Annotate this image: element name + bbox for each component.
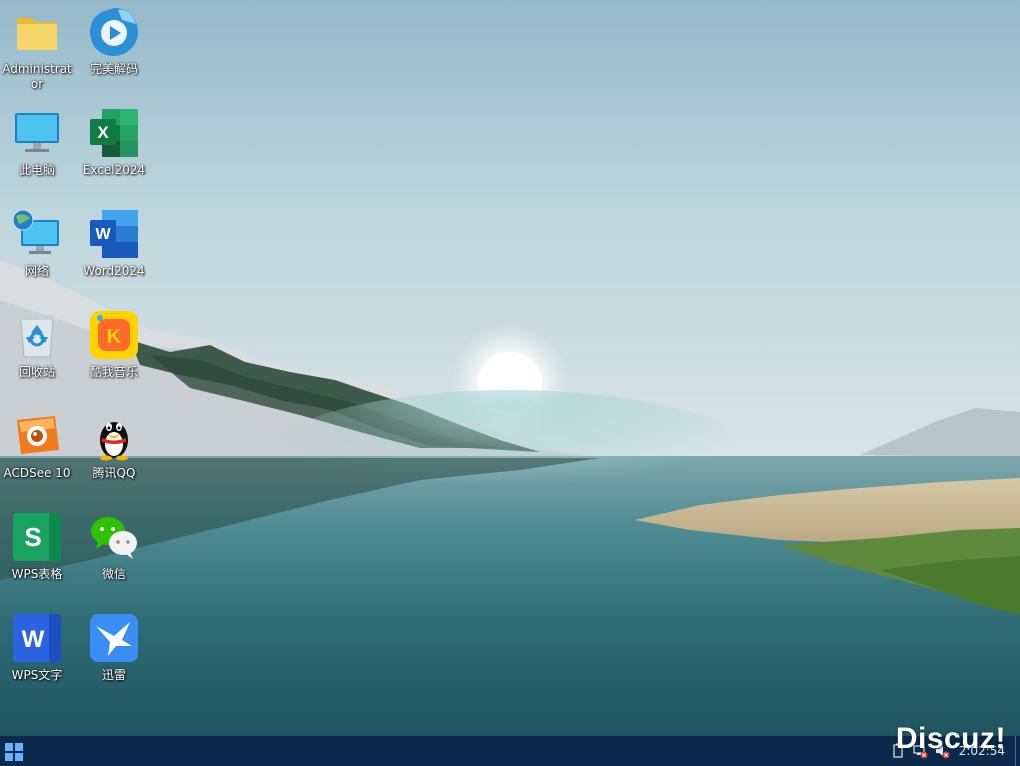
- excel-icon: X: [88, 107, 140, 159]
- kuwo-music-icon: K: [88, 309, 140, 361]
- desktop-icon-word[interactable]: W Word2024: [75, 206, 153, 302]
- icon-label: 迅雷: [101, 668, 126, 682]
- desktop-icon-acdsee[interactable]: ACDSee 10: [0, 408, 76, 504]
- qq-penguin-icon: [88, 410, 140, 462]
- icon-label: WPS文字: [11, 668, 63, 682]
- icon-label: WPS表格: [11, 567, 63, 581]
- folder-icon: [11, 6, 63, 58]
- computer-icon: [11, 107, 63, 159]
- svg-text:S: S: [24, 522, 41, 552]
- taskbar: 2:02:54: [0, 736, 1020, 766]
- desktop-icon-network[interactable]: 网络: [0, 206, 76, 302]
- icon-label: Administrator: [2, 62, 72, 91]
- desktop-icon-this-pc[interactable]: 此电脑: [0, 105, 76, 201]
- windows-start-icon[interactable]: [4, 742, 24, 762]
- desktop-icon-wps-writer[interactable]: W WPS文字: [0, 610, 76, 706]
- wps-spreadsheet-icon: S: [11, 511, 63, 563]
- svg-text:K: K: [107, 326, 122, 348]
- icon-label: Word2024: [83, 264, 145, 278]
- icon-label: 此电脑: [18, 163, 55, 177]
- desktop-icon-qq[interactable]: 腾讯QQ: [75, 408, 153, 504]
- network-icon: [11, 208, 63, 260]
- desktop-icon-wps-spreadsheet[interactable]: S WPS表格: [0, 509, 76, 605]
- icon-label: 回收站: [18, 365, 55, 379]
- icon-label: Excel2024: [82, 163, 146, 177]
- wechat-icon: [88, 511, 140, 563]
- thunder-bird-icon: [88, 612, 140, 664]
- icon-label: 腾讯QQ: [92, 466, 136, 480]
- svg-text:X: X: [97, 123, 109, 142]
- recycle-bin-icon: [11, 309, 63, 361]
- desktop-icon-media-player[interactable]: 完美解码: [75, 4, 153, 100]
- icon-label: 酷我音乐: [89, 365, 138, 379]
- desktop-icon-wechat[interactable]: 微信: [75, 509, 153, 605]
- desktop-icon-excel[interactable]: X Excel2024: [75, 105, 153, 201]
- media-player-icon: [88, 6, 140, 58]
- icon-label: 网络: [24, 264, 49, 278]
- svg-text:W: W: [22, 626, 45, 653]
- watermark-text: Discuz!: [895, 722, 1006, 755]
- desktop-icon-thunder[interactable]: 迅雷: [75, 610, 153, 706]
- desktop-icon-administrator[interactable]: Administrator: [0, 4, 76, 100]
- desktop-icon-kuwo-music[interactable]: K 酷我音乐: [75, 307, 153, 403]
- acdsee-icon: [11, 410, 63, 462]
- show-desktop-button[interactable]: [1015, 736, 1020, 766]
- icon-label: ACDSee 10: [3, 466, 71, 480]
- svg-text:W: W: [95, 226, 111, 243]
- icon-label: 完美解码: [89, 62, 138, 76]
- desktop-wallpaper: [0, 0, 1020, 736]
- icon-label: 微信: [101, 567, 126, 581]
- wps-writer-icon: W: [11, 612, 63, 664]
- word-icon: W: [88, 208, 140, 260]
- desktop-icon-recycle-bin[interactable]: 回收站: [0, 307, 76, 403]
